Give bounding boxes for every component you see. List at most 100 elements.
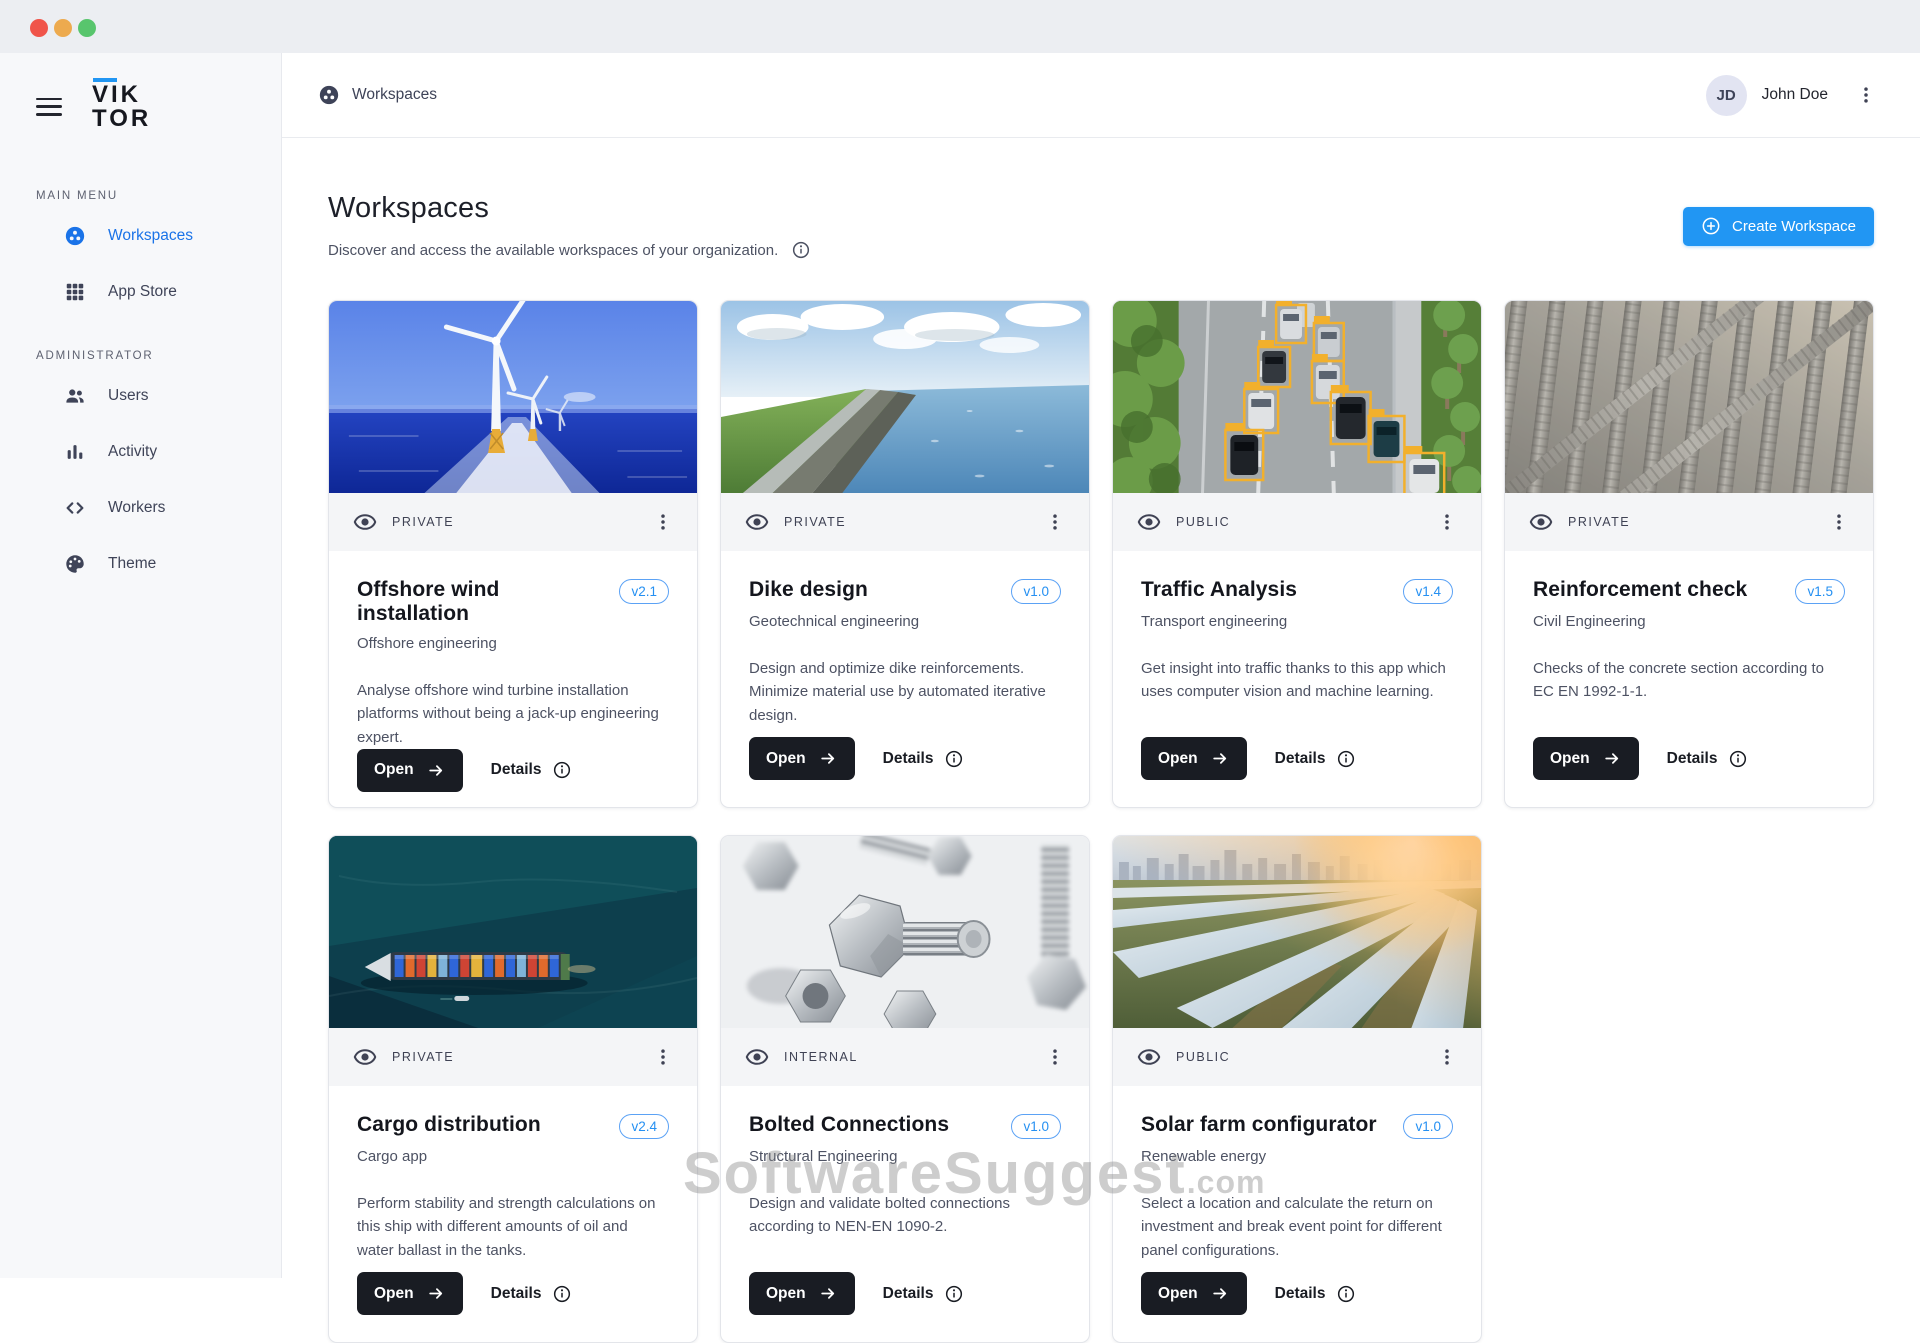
sidebar-item-label: App Store (108, 283, 177, 301)
info-icon (1336, 749, 1356, 769)
sidebar-item-label: Users (108, 387, 148, 405)
eye-icon (1137, 1045, 1161, 1069)
details-button[interactable]: Details (883, 749, 965, 769)
create-workspace-button[interactable]: Create Workspace (1683, 207, 1874, 246)
card-description: Perform stability and strength calculati… (357, 1192, 667, 1262)
viktor-logo: VIK TOR (92, 83, 151, 130)
card-description: Get insight into traffic thanks to this … (1141, 657, 1451, 704)
workspace-card: PRIVATE Dike design v1.0 Geotechnical en… (720, 300, 1090, 808)
arrow-right-icon (1603, 749, 1622, 768)
breadcrumb[interactable]: Workspaces (318, 84, 437, 106)
card-title: Dike design (749, 578, 868, 602)
page-title: Workspaces (328, 192, 811, 225)
card-kebab-menu-icon[interactable] (653, 512, 673, 532)
workspace-grid: PRIVATE Offshore wind installation v2.1 … (328, 300, 1874, 1343)
open-button[interactable]: Open (749, 737, 855, 780)
sidebar-item-label: Workers (108, 499, 165, 517)
eye-icon (745, 510, 769, 534)
open-button[interactable]: Open (1141, 1272, 1247, 1315)
visibility-bar: INTERNAL (721, 1028, 1089, 1086)
details-button[interactable]: Details (883, 1284, 965, 1304)
workspace-card: PUBLIC Traffic Analysis v1.4 Transport e… (1112, 300, 1482, 808)
card-kebab-menu-icon[interactable] (1045, 512, 1065, 532)
sidebar-item-theme[interactable]: Theme (0, 536, 281, 592)
page-subtitle: Discover and access the available worksp… (328, 242, 778, 259)
workspace-card: PUBLIC Solar farm configurator v1.0 Rene… (1112, 835, 1482, 1343)
main-menu-heading: MAIN MENU (0, 190, 281, 202)
card-category: Structural Engineering (749, 1148, 1061, 1165)
eye-icon (1137, 510, 1161, 534)
visibility-label: PRIVATE (392, 515, 454, 529)
card-kebab-menu-icon[interactable] (653, 1047, 673, 1067)
open-button[interactable]: Open (357, 749, 463, 792)
workspace-card: PRIVATE Offshore wind installation v2.1 … (328, 300, 698, 808)
card-title: Solar farm configurator (1141, 1113, 1377, 1137)
card-description: Design and validate bolted connections a… (749, 1192, 1059, 1239)
code-brackets-icon (64, 497, 86, 519)
user-name: John Doe (1762, 86, 1828, 104)
sidebar-item-users[interactable]: Users (0, 368, 281, 424)
version-badge: v1.0 (1011, 579, 1061, 604)
sidebar-item-app-store[interactable]: App Store (0, 264, 281, 320)
activity-chart-icon (64, 441, 86, 463)
visibility-label: PRIVATE (392, 1050, 454, 1064)
administrator-heading: ADMINISTRATOR (0, 350, 281, 362)
open-button[interactable]: Open (1533, 737, 1639, 780)
app-store-icon (64, 281, 86, 303)
card-kebab-menu-icon[interactable] (1829, 512, 1849, 532)
sidebar-item-activity[interactable]: Activity (0, 424, 281, 480)
visibility-bar: PRIVATE (329, 1028, 697, 1086)
header-kebab-menu-icon[interactable] (1856, 85, 1876, 105)
card-title: Offshore wind installation (357, 578, 607, 626)
visibility-label: PRIVATE (784, 515, 846, 529)
workspaces-icon (318, 84, 340, 106)
card-image-bolts (721, 836, 1089, 1028)
card-kebab-menu-icon[interactable] (1437, 1047, 1457, 1067)
info-icon (1336, 1284, 1356, 1304)
open-button[interactable]: Open (1141, 737, 1247, 780)
details-button[interactable]: Details (491, 760, 573, 780)
details-button[interactable]: Details (1275, 1284, 1357, 1304)
arrow-right-icon (427, 761, 446, 780)
visibility-bar: PUBLIC (1113, 493, 1481, 551)
version-badge: v1.5 (1795, 579, 1845, 604)
card-category: Renewable energy (1141, 1148, 1453, 1165)
card-kebab-menu-icon[interactable] (1045, 1047, 1065, 1067)
card-image-offshore-wind (329, 301, 697, 493)
plus-circle-icon (1701, 216, 1721, 236)
user-zone: JD John Doe (1706, 75, 1876, 116)
visibility-bar: PRIVATE (721, 493, 1089, 551)
version-badge: v1.0 (1011, 1114, 1061, 1139)
card-description: Analyse offshore wind turbine installati… (357, 679, 667, 749)
visibility-bar: PRIVATE (1505, 493, 1873, 551)
eye-icon (353, 1045, 377, 1069)
main-content: Workspaces Discover and access the avail… (282, 138, 1920, 1278)
visibility-bar: PUBLIC (1113, 1028, 1481, 1086)
version-badge: v2.1 (619, 579, 669, 604)
eye-icon (353, 510, 377, 534)
users-icon (64, 385, 86, 407)
card-kebab-menu-icon[interactable] (1437, 512, 1457, 532)
open-button[interactable]: Open (749, 1272, 855, 1315)
workspace-card: INTERNAL Bolted Connections v1.0 Structu… (720, 835, 1090, 1343)
sidebar-item-label: Activity (108, 443, 157, 461)
window-titlebar (0, 0, 1920, 53)
details-button[interactable]: Details (491, 1284, 573, 1304)
visibility-bar: PRIVATE (329, 493, 697, 551)
visibility-label: INTERNAL (784, 1050, 858, 1064)
sidebar-item-workers[interactable]: Workers (0, 480, 281, 536)
sidebar-item-workspaces[interactable]: Workspaces (0, 208, 281, 264)
sidebar-item-label: Theme (108, 555, 156, 573)
avatar[interactable]: JD (1706, 75, 1747, 116)
eye-icon (745, 1045, 769, 1069)
hamburger-menu-icon[interactable] (36, 96, 66, 118)
info-icon[interactable] (791, 240, 811, 260)
arrow-right-icon (819, 1284, 838, 1303)
details-button[interactable]: Details (1667, 749, 1749, 769)
open-button[interactable]: Open (357, 1272, 463, 1315)
details-button[interactable]: Details (1275, 749, 1357, 769)
window-close-button[interactable] (30, 19, 48, 37)
window-zoom-button[interactable] (78, 19, 96, 37)
window-minimize-button[interactable] (54, 19, 72, 37)
card-category: Offshore engineering (357, 635, 669, 652)
